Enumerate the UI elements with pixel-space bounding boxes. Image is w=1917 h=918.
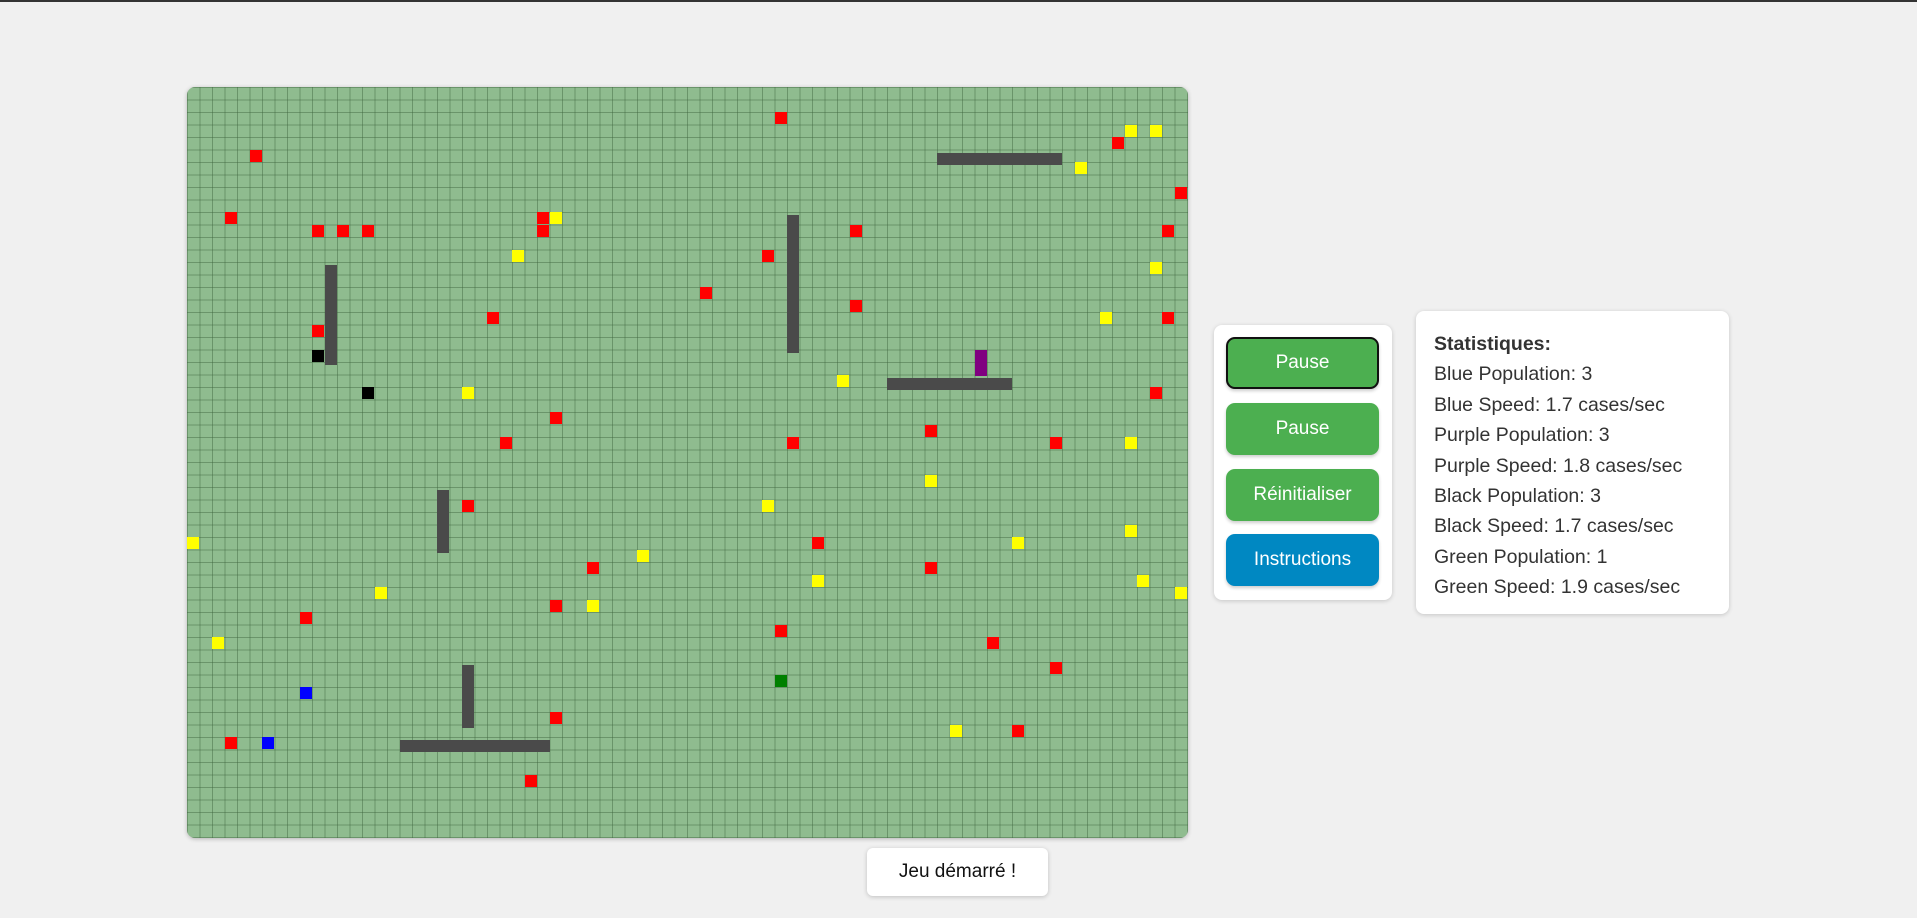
bonus-cell	[549, 212, 562, 224]
food-cell	[1162, 224, 1174, 237]
food-cell	[537, 224, 549, 237]
food-cell	[849, 224, 862, 237]
blue-creature	[262, 737, 274, 749]
bonus-cell	[1124, 124, 1137, 137]
stat-green-population: Green Population: 1	[1434, 545, 1608, 568]
food-cell	[1174, 187, 1187, 199]
food-cell	[499, 437, 512, 449]
food-cell	[1049, 662, 1062, 674]
black-creature	[312, 349, 324, 362]
statistics-title: Statistiques:	[1434, 333, 1552, 355]
food-cell	[774, 624, 787, 637]
wall-segment	[937, 152, 1062, 165]
bonus-cell	[1137, 574, 1149, 587]
bonus-cell	[1124, 524, 1137, 537]
food-cell	[1162, 312, 1174, 324]
stat-black-population: Black Population: 3	[1434, 485, 1601, 508]
wall-segment	[787, 215, 799, 353]
stat-purple-speed: Purple Speed: 1.8 cases/sec	[1434, 454, 1683, 477]
food-cell	[699, 287, 712, 299]
food-cell	[1112, 137, 1124, 149]
food-cell	[762, 249, 774, 262]
bonus-cell	[1099, 312, 1112, 324]
bonus-cell	[462, 387, 474, 399]
food-cell	[224, 737, 237, 749]
green-creature	[774, 674, 787, 687]
food-cell	[487, 312, 499, 324]
food-cell	[362, 224, 374, 237]
food-cell	[312, 224, 324, 237]
blue-creature	[299, 687, 312, 699]
food-cell	[537, 212, 549, 224]
bonus-cell	[762, 499, 774, 512]
bonus-cell	[512, 249, 524, 262]
stat-blue-speed: Blue Speed: 1.7 cases/sec	[1434, 393, 1665, 416]
statistics-panel: Statistiques: Blue Population: 3 Blue Sp…	[1416, 311, 1729, 614]
bonus-cell	[1074, 162, 1087, 174]
window-top-border	[0, 0, 1917, 2]
food-cell	[1012, 724, 1024, 737]
stat-green-speed: Green Speed: 1.9 cases/sec	[1434, 576, 1681, 599]
food-cell	[1149, 387, 1162, 399]
controls-panel: Pause Pause Réinitialiser Instructions	[1214, 325, 1392, 600]
bonus-cell	[1012, 537, 1024, 549]
black-creature	[362, 387, 374, 399]
food-cell	[787, 437, 799, 449]
bonus-cell	[949, 724, 962, 737]
bonus-cell	[637, 549, 649, 562]
food-cell	[812, 537, 824, 549]
bonus-cell	[924, 474, 937, 487]
food-cell	[549, 712, 562, 724]
food-cell	[549, 599, 562, 612]
food-cell	[312, 324, 324, 337]
bonus-cell	[187, 537, 199, 549]
food-cell	[849, 299, 862, 312]
pause-button-secondary[interactable]: Pause	[1226, 403, 1379, 455]
bonus-cell	[1124, 437, 1137, 449]
reset-button[interactable]: Réinitialiser	[1226, 469, 1379, 521]
stat-black-speed: Black Speed: 1.7 cases/sec	[1434, 515, 1674, 538]
pause-button[interactable]: Pause	[1226, 337, 1379, 389]
bonus-cell	[837, 374, 849, 387]
purple-creature	[974, 349, 987, 376]
wall-segment	[437, 490, 449, 553]
bonus-cell	[212, 637, 224, 649]
food-cell	[987, 637, 999, 649]
food-cell	[299, 612, 312, 624]
bonus-cell	[1149, 124, 1162, 137]
food-cell	[524, 774, 537, 787]
wall-segment	[887, 377, 1012, 390]
bonus-cell	[1149, 262, 1162, 274]
food-cell	[924, 562, 937, 574]
status-toast: Jeu démarré !	[867, 848, 1048, 896]
food-cell	[549, 412, 562, 424]
game-board[interactable]	[187, 87, 1188, 838]
bonus-cell	[1174, 587, 1187, 599]
food-cell	[774, 112, 787, 124]
bonus-cell	[374, 587, 387, 599]
food-cell	[1049, 437, 1062, 449]
instructions-button[interactable]: Instructions	[1226, 534, 1379, 586]
bonus-cell	[812, 574, 824, 587]
food-cell	[337, 224, 349, 237]
food-cell	[462, 499, 474, 512]
food-cell	[924, 424, 937, 437]
stat-blue-population: Blue Population: 3	[1434, 363, 1593, 386]
wall-segment	[324, 265, 337, 365]
food-cell	[249, 149, 262, 162]
bonus-cell	[587, 599, 599, 612]
stat-purple-population: Purple Population: 3	[1434, 424, 1610, 447]
food-cell	[587, 562, 599, 574]
food-cell	[224, 212, 237, 224]
wall-segment	[462, 665, 474, 728]
wall-segment	[399, 740, 550, 752]
